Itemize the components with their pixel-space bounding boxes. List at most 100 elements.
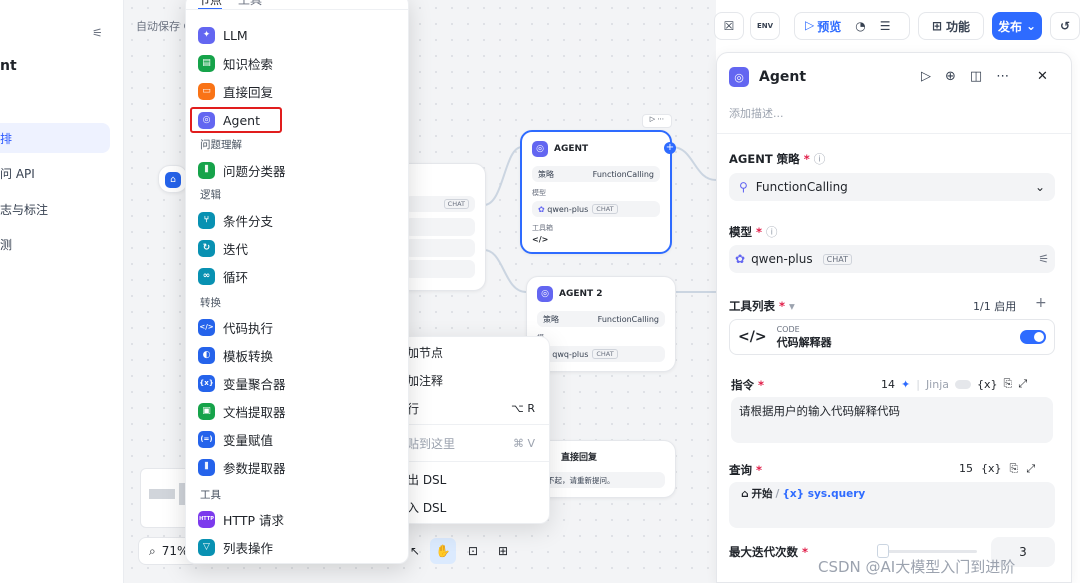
ctx-export-dsl[interactable]: 出 DSL — [407, 469, 535, 489]
features-button[interactable]: ⊞ 功能 — [918, 12, 984, 40]
sidebar-item-api[interactable]: 问 API — [0, 158, 110, 188]
instruction-tools: 14 ✦ | Jinja {x} ⎘ ⤢ — [881, 377, 1027, 391]
menu-item-iteration[interactable]: ↻ 迭代 — [198, 236, 248, 260]
left-sidebar: nt ⚟ 排 问 API 志与标注 测 — [0, 0, 124, 583]
jinja-toggle[interactable] — [955, 379, 972, 389]
classifier-icon: ⫴ — [198, 161, 215, 179]
help-icon: ⓘ — [813, 152, 826, 166]
reply-node[interactable]: 直接回复 不起，请重新提问。 — [530, 440, 676, 498]
home-icon: ⌂ — [741, 487, 749, 500]
tool-toggle[interactable] — [1020, 330, 1046, 344]
menu-item-loop[interactable]: ∞ 循环 — [198, 264, 248, 288]
sidebar-toggle-icon[interactable]: ⚟ — [92, 26, 103, 40]
menu-item-agent[interactable]: ◎ Agent — [190, 107, 282, 133]
description-input[interactable]: 添加描述... — [729, 105, 784, 121]
copy-icon[interactable]: ⎘ — [1004, 377, 1013, 391]
sidebar-item-logs[interactable]: 志与标注 — [0, 194, 110, 224]
export-image-icon[interactable]: ⊡ — [460, 544, 486, 558]
preview-button[interactable]: ▷ 预览 — [805, 18, 841, 35]
query-input[interactable]: ⌂ 开始 / {x} sys.query — [729, 482, 1055, 528]
tool-item-code[interactable]: </> CODE 代码解释器 — [729, 319, 1055, 355]
max-iterations-label: 最大迭代次数 * — [729, 545, 809, 559]
model-label: 模型 * ⓘ — [729, 225, 778, 239]
panel-header: ◎ Agent — [729, 67, 806, 87]
expand-icon[interactable]: ⤢ — [1026, 462, 1035, 476]
menu-item-classifier[interactable]: ⫴ 问题分类器 — [198, 158, 286, 182]
ctx-add-node[interactable]: 加节点 — [407, 342, 535, 362]
book-icon: ▤ — [198, 54, 215, 72]
section-question: 问题理解 — [200, 139, 242, 151]
ctx-import-dsl[interactable]: 入 DSL — [407, 497, 535, 517]
chevron-down-icon: ⌄ — [1025, 19, 1037, 33]
sidebar-item-orchestrate[interactable]: 排 — [0, 123, 110, 153]
add-next-node-icon[interactable]: + — [664, 142, 676, 154]
history-run-icon[interactable]: ◔ — [855, 19, 865, 33]
instruction-count: 14 — [881, 377, 895, 391]
menu-item-list-op[interactable]: ▽ 列表操作 — [198, 535, 273, 559]
panel-title[interactable]: Agent — [759, 69, 806, 85]
classifier-model-row: CHAT — [405, 196, 475, 212]
menu-item-if-else[interactable]: ⑂ 条件分支 — [198, 208, 273, 232]
query-tools: 15 {x} ⎘ ⤢ — [959, 462, 1035, 476]
menu-item-knowledge[interactable]: ▤ 知识检索 — [198, 51, 273, 75]
filter-icon: ▽ — [198, 538, 215, 556]
strategy-select[interactable]: ⚲ FunctionCalling ⌄ — [729, 173, 1055, 201]
strategy-icon: ⚲ — [739, 180, 748, 194]
chevron-down-icon: ⌄ — [1034, 180, 1045, 194]
iterations-slider[interactable] — [877, 544, 977, 558]
menu-item-param-extractor[interactable]: ⦀ 参数提取器 — [198, 455, 286, 479]
menu-item-assigner[interactable]: (=) 变量赋值 — [198, 427, 273, 451]
divider — [186, 9, 408, 10]
instruction-label: 指令 * — [731, 378, 765, 392]
start-node[interactable]: ⌂ — [158, 165, 188, 193]
run-icon[interactable]: ▷ — [921, 69, 931, 84]
docs-icon[interactable]: ◫ — [970, 69, 982, 84]
param-icon: ⦀ — [198, 458, 215, 476]
node-run-icon[interactable]: ▷ ⋯ — [642, 114, 672, 128]
checklist-button[interactable]: ☒ — [714, 12, 744, 40]
assign-icon: (=) — [198, 430, 215, 448]
instruction-input[interactable]: 请根据用户的输入代码解释代码 — [731, 397, 1053, 443]
minimap-block — [149, 489, 175, 499]
expand-icon[interactable]: ⤢ — [1018, 377, 1027, 391]
close-icon[interactable]: ✕ — [1037, 69, 1048, 84]
ctx-add-note[interactable]: 加注释 — [407, 370, 535, 390]
classifier-row — [405, 239, 475, 257]
http-icon: HTTP — [198, 510, 215, 528]
env-button[interactable]: ENV — [750, 12, 780, 40]
menu-item-reply[interactable]: ▭ 直接回复 — [198, 79, 273, 103]
menu-item-code[interactable]: </> 代码执行 — [198, 315, 273, 339]
sidebar-item-monitor[interactable]: 测 — [0, 229, 110, 259]
organize-icon[interactable]: ⊞ — [490, 544, 516, 558]
menu-item-llm[interactable]: ✦ LLM — [198, 23, 248, 47]
checklist-icon: ☒ — [723, 19, 735, 33]
ctx-run[interactable]: 行 ⌥ R — [407, 398, 535, 418]
ctx-paste[interactable]: 贴到这里 ⌘ V — [407, 433, 535, 453]
sparkle-icon[interactable]: ✦ — [901, 378, 910, 391]
strategy-label: AGENT 策略 * ⓘ — [729, 152, 826, 166]
menu-item-template[interactable]: ◐ 模板转换 — [198, 343, 273, 367]
tools-label: 工具列表 * ▾ — [729, 299, 795, 313]
target-icon[interactable]: ⊕ — [945, 69, 956, 84]
menu-item-aggregator[interactable]: {x} 变量聚合器 — [198, 371, 286, 395]
menu-item-http[interactable]: HTTP HTTP 请求 — [198, 507, 284, 531]
divider — [401, 424, 549, 425]
required-mark: * — [758, 378, 765, 392]
loop-icon: ∞ — [198, 267, 215, 285]
publish-button[interactable]: 发布 ⌄ — [992, 12, 1042, 40]
history-button[interactable]: ↺ — [1050, 12, 1080, 40]
required-mark: * — [802, 545, 809, 559]
checklist-icon[interactable]: ☰ — [880, 19, 891, 33]
qwen-icon: ✿ — [735, 252, 746, 266]
menu-item-doc-extractor[interactable]: ▣ 文档提取器 — [198, 399, 286, 423]
model-select[interactable]: ✿ qwen-plus CHAT ⚟ — [729, 245, 1055, 273]
insert-variable-icon[interactable]: {x} — [977, 378, 998, 391]
document-icon: ▣ — [198, 402, 215, 420]
add-tool-icon[interactable]: + — [1035, 295, 1047, 311]
hand-icon[interactable]: ✋ — [430, 538, 456, 564]
insert-variable-icon[interactable]: {x} — [981, 462, 1002, 476]
agent-node[interactable]: ◎ AGENT 策略 FunctionCalling 模型 ✿ qwen-plus C… — [520, 130, 676, 254]
more-icon[interactable]: ⋯ — [996, 69, 1009, 84]
separator: | — [916, 377, 920, 391]
copy-icon[interactable]: ⎘ — [1010, 462, 1019, 476]
